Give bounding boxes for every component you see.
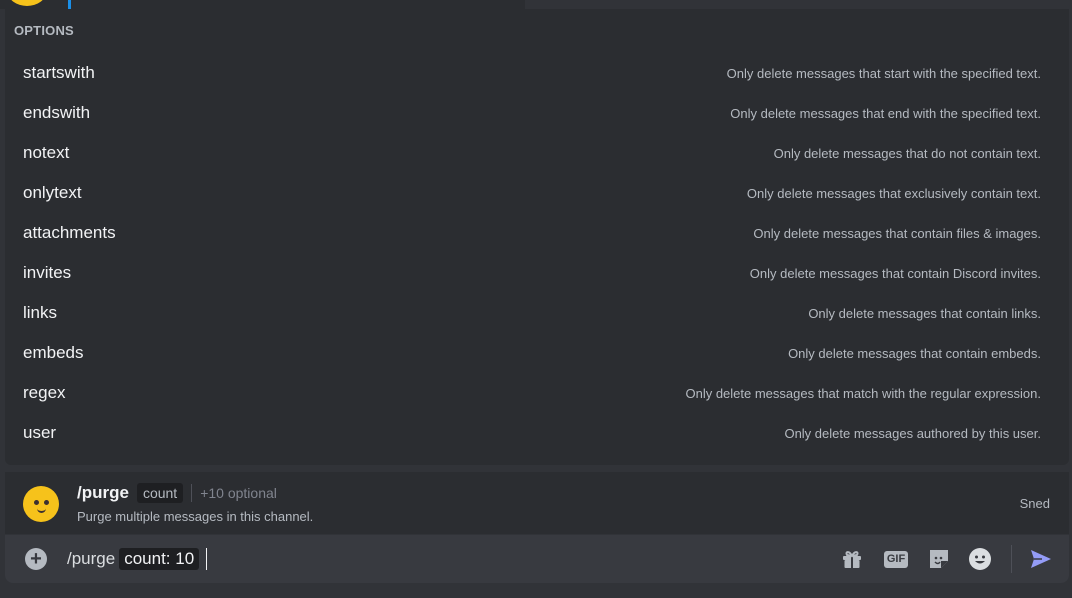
add-attachment-button[interactable]: +: [25, 548, 47, 570]
option-description: Only delete messages that contain Discor…: [749, 265, 1041, 281]
option-description: Only delete messages that exclusively co…: [746, 185, 1041, 201]
command-title-row: /purge count +10 optional: [77, 482, 277, 504]
options-header: OPTIONS: [14, 23, 74, 38]
divider: [191, 484, 193, 502]
option-description: Only delete messages that do not contain…: [773, 145, 1041, 161]
command-source: Sned: [1019, 496, 1050, 511]
option-description: Only delete messages authored by this us…: [784, 425, 1041, 441]
option-onlytext[interactable]: onlytext Only delete messages that exclu…: [5, 173, 1069, 213]
option-attachments[interactable]: attachments Only delete messages that co…: [5, 213, 1069, 253]
toolbar-divider: [1011, 545, 1012, 573]
required-param-pill[interactable]: count: [136, 483, 184, 503]
option-description: Only delete messages that contain files …: [753, 225, 1041, 241]
option-invites[interactable]: invites Only delete messages that contai…: [5, 253, 1069, 293]
input-param-pill[interactable]: count: 10: [119, 548, 200, 570]
send-icon: [1031, 550, 1051, 568]
option-description: Only delete messages that start with the…: [726, 65, 1041, 81]
emoji-button[interactable]: [967, 546, 993, 572]
command-description: Purge multiple messages in this channel.: [77, 509, 314, 524]
option-embeds[interactable]: embeds Only delete messages that contain…: [5, 333, 1069, 373]
command-preview[interactable]: /purge count +10 optional Purge multiple…: [5, 472, 1069, 534]
option-startswith[interactable]: startswith Only delete messages that sta…: [5, 53, 1069, 93]
option-notext[interactable]: notext Only delete messages that do not …: [5, 133, 1069, 173]
options-autocomplete-panel: OPTIONS startswith Only delete messages …: [5, 9, 1069, 465]
plus-icon: +: [30, 548, 42, 570]
option-name: user: [23, 423, 57, 442]
optional-params-text: +10 optional: [200, 485, 277, 501]
sticker-button[interactable]: [926, 546, 952, 572]
gif-icon: GIF: [883, 550, 909, 568]
gif-button[interactable]: GIF: [883, 546, 909, 572]
option-description: Only delete messages that contain embeds…: [788, 345, 1041, 361]
message-input-bar[interactable]: + /purge count: 10 GIF: [5, 535, 1069, 583]
option-links[interactable]: links Only delete messages that contain …: [5, 293, 1069, 333]
option-description: Only delete messages that match with the…: [685, 385, 1041, 401]
option-name: onlytext: [23, 183, 82, 202]
input-command: /purge: [67, 549, 116, 568]
option-name: invites: [23, 263, 72, 282]
emoji-icon: [969, 548, 991, 570]
option-description: Only delete messages that contain links.: [808, 305, 1041, 321]
bot-avatar-icon: [23, 486, 59, 522]
option-user[interactable]: user Only delete messages authored by th…: [5, 413, 1069, 453]
option-endswith[interactable]: endswith Only delete messages that end w…: [5, 93, 1069, 133]
option-name: regex: [23, 383, 66, 402]
option-name: links: [23, 303, 58, 322]
message-input[interactable]: /purge count: 10: [67, 546, 208, 572]
option-name: embeds: [23, 343, 84, 362]
option-name: attachments: [23, 223, 116, 242]
option-name: endswith: [23, 103, 91, 122]
gift-button[interactable]: [839, 546, 865, 572]
option-description: Only delete messages that end with the s…: [730, 105, 1041, 121]
send-button[interactable]: [1028, 546, 1054, 572]
selection-indicator: [68, 0, 71, 9]
top-strip: [0, 0, 1072, 9]
command-name: /purge: [77, 483, 129, 502]
option-name: startswith: [23, 63, 95, 82]
sticker-icon: [930, 550, 948, 568]
option-name: notext: [23, 143, 70, 162]
gift-icon: [843, 551, 861, 568]
option-regex[interactable]: regex Only delete messages that match wi…: [5, 373, 1069, 413]
text-caret: [206, 548, 208, 570]
